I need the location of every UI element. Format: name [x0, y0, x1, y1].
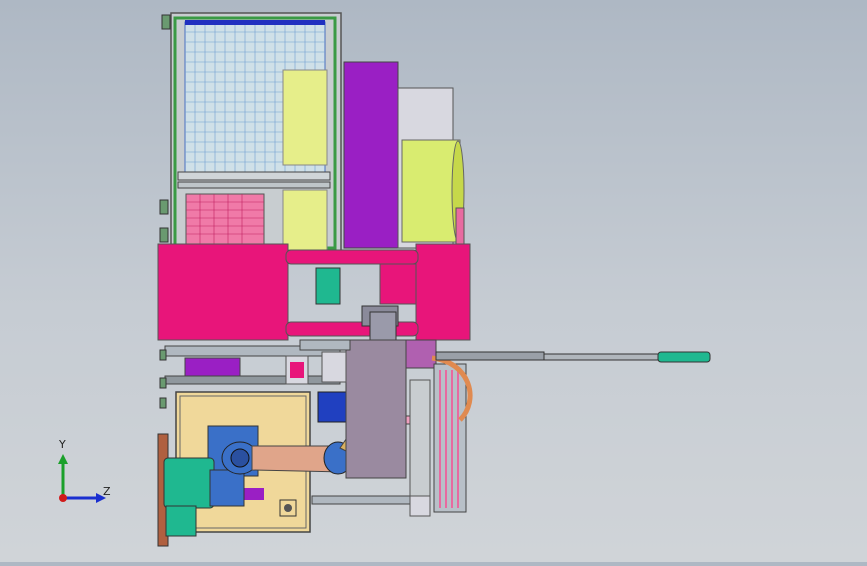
axis-z-label: Z	[103, 485, 111, 498]
purple-column	[343, 61, 465, 249]
cad-viewport[interactable]: Y Z	[0, 0, 867, 562]
coordinate-triad: Y Z	[48, 438, 118, 510]
axis-y-label: Y	[59, 438, 66, 451]
upper-frame	[159, 12, 342, 254]
magenta-gantry	[157, 243, 471, 341]
right-rail	[405, 339, 711, 513]
cad-model[interactable]	[0, 0, 867, 562]
